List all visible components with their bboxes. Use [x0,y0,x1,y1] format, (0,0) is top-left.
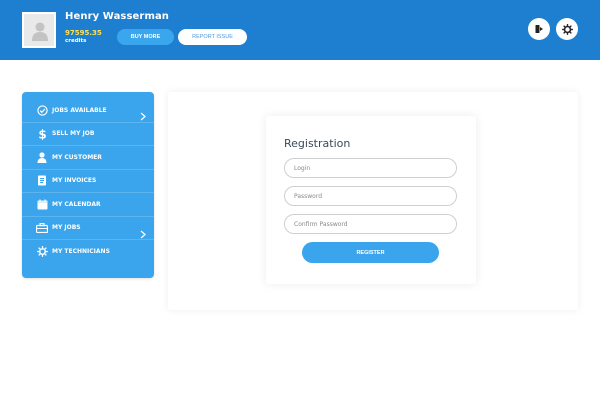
check-circle-icon [36,104,48,116]
sidebar-item-label: MY CALENDAR [52,200,101,208]
top-header: Henry Wasserman 97595.35 credits BUY MOR… [0,0,600,60]
register-button[interactable]: REGISTER [302,242,439,263]
credits-amount: 97595.35 [65,29,102,37]
user-name: Henry Wasserman [65,11,170,22]
sidebar-item-jobs-available[interactable]: JOBS AVAILABLE [22,99,154,123]
gear-icon [561,23,573,35]
sidebar-item-my-calendar[interactable]: MY CALENDAR [22,193,154,217]
calendar-icon [36,198,48,210]
sidebar-item-my-jobs[interactable]: MY JOBS [22,217,154,240]
password-input[interactable] [284,186,457,206]
exit-button[interactable] [528,18,550,40]
cog-icon [36,246,48,258]
user-placeholder-icon [32,22,48,41]
report-issue-button[interactable]: REPORT ISSUE [178,29,247,45]
briefcase-icon [36,222,48,234]
sidebar-item-label: MY INVOICES [52,177,97,185]
sidebar-item-label: SELL MY JOB [52,130,95,138]
confirm-password-input[interactable] [284,214,457,234]
dollar-icon: $ [36,128,48,140]
avatar[interactable] [22,12,56,48]
sidebar: JOBS AVAILABLE $ SELL MY JOB MY CUSTOMER… [22,92,154,278]
buy-more-button[interactable]: BUY MORE [117,29,174,45]
invoice-icon [36,175,48,187]
sidebar-item-my-technicians[interactable]: MY TECHNICIANS [22,240,154,264]
registration-title: Registration [284,137,351,150]
sidebar-item-label: MY TECHNICIANS [52,248,110,256]
sidebar-item-label: MY CUSTOMER [52,153,102,161]
sidebar-item-label: JOBS AVAILABLE [52,106,107,114]
sidebar-item-my-invoices[interactable]: MY INVOICES [22,170,154,193]
sidebar-item-sell-my-job[interactable]: $ SELL MY JOB [22,123,154,146]
login-input[interactable] [284,158,457,178]
credits-label: credits [65,38,87,44]
user-icon [36,151,48,163]
svg-text:$: $ [38,128,46,140]
settings-button[interactable] [556,18,578,40]
sidebar-item-my-customer[interactable]: MY CUSTOMER [22,146,154,170]
exit-icon [535,25,543,33]
sidebar-item-label: MY JOBS [52,224,81,232]
